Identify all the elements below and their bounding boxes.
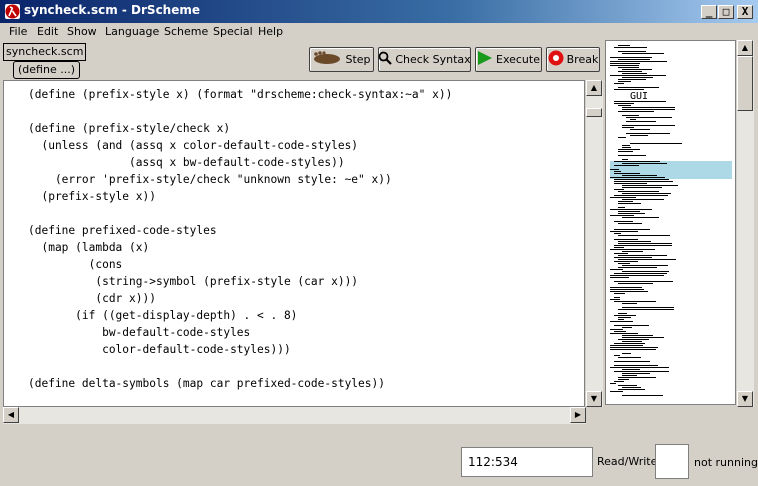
close-button[interactable]: X — [737, 5, 753, 19]
running-status: not running — [694, 456, 758, 469]
scroll-left-arrow-icon[interactable]: ◀ — [3, 407, 19, 423]
cursor-position-field: 112:534 — [461, 447, 593, 477]
code-text[interactable]: (define (prefix-style x) (format "drsche… — [28, 86, 452, 392]
overview-scroll-down-arrow-icon[interactable]: ▼ — [737, 391, 753, 407]
define-popup-menu[interactable]: (define ...) — [13, 61, 80, 79]
gc-indicator — [655, 444, 689, 479]
check-syntax-button[interactable]: Check Syntax — [378, 47, 471, 72]
menu-language[interactable]: Language — [105, 25, 159, 38]
overview-minimap — [610, 45, 732, 396]
maximize-button[interactable]: □ — [718, 5, 734, 19]
scroll-right-arrow-icon[interactable]: ▶ — [570, 407, 586, 423]
overview-scroll-thumb[interactable] — [737, 56, 753, 111]
definitions-editor[interactable]: (define (prefix-style x) (format "drsche… — [3, 80, 585, 407]
editor-vertical-scrollbar[interactable]: ▲ ▼ — [586, 80, 603, 407]
scroll-up-arrow-icon[interactable]: ▲ — [586, 80, 602, 96]
step-button[interactable]: Step — [309, 47, 374, 72]
document-overview[interactable]: GUI — [605, 40, 736, 405]
read-write-status[interactable]: Read/Write — [597, 455, 657, 468]
menu-scheme[interactable]: Scheme — [164, 25, 208, 38]
menu-help[interactable]: Help — [258, 25, 283, 38]
menu-bar: File Edit Show Language Scheme Special H… — [0, 23, 758, 41]
execute-label: Execute — [496, 53, 540, 66]
green-play-arrow-icon — [477, 50, 493, 69]
break-button[interactable]: Break — [546, 47, 600, 72]
window-title: syncheck.scm - DrScheme — [24, 3, 201, 17]
overview-gui-label: GUI — [630, 91, 649, 102]
menu-show[interactable]: Show — [67, 25, 97, 38]
menu-file[interactable]: File — [9, 25, 27, 38]
editor-horizontal-scrollbar[interactable]: ◀ ▶ — [3, 407, 586, 424]
magnifier-icon — [378, 51, 393, 68]
footprint-icon — [312, 51, 342, 68]
file-name-button[interactable]: syncheck.scm — [3, 43, 87, 61]
minimize-button[interactable]: _ — [701, 5, 717, 19]
overview-vertical-scrollbar[interactable]: ▲ ▼ — [737, 40, 754, 407]
menu-edit[interactable]: Edit — [37, 25, 58, 38]
scroll-down-arrow-icon[interactable]: ▼ — [586, 391, 602, 407]
check-syntax-label: Check Syntax — [395, 53, 471, 66]
title-bar[interactable]: syncheck.scm - DrScheme _ □ X — [0, 0, 758, 23]
red-stop-icon — [548, 50, 564, 69]
menu-special[interactable]: Special — [213, 25, 253, 38]
overview-scroll-up-arrow-icon[interactable]: ▲ — [737, 40, 753, 56]
editor-vertical-scroll-thumb[interactable] — [586, 108, 602, 117]
execute-button[interactable]: Execute — [475, 47, 542, 72]
drscheme-lambda-icon[interactable] — [5, 4, 20, 19]
step-label: Step — [345, 53, 371, 66]
break-label: Break — [566, 53, 599, 66]
